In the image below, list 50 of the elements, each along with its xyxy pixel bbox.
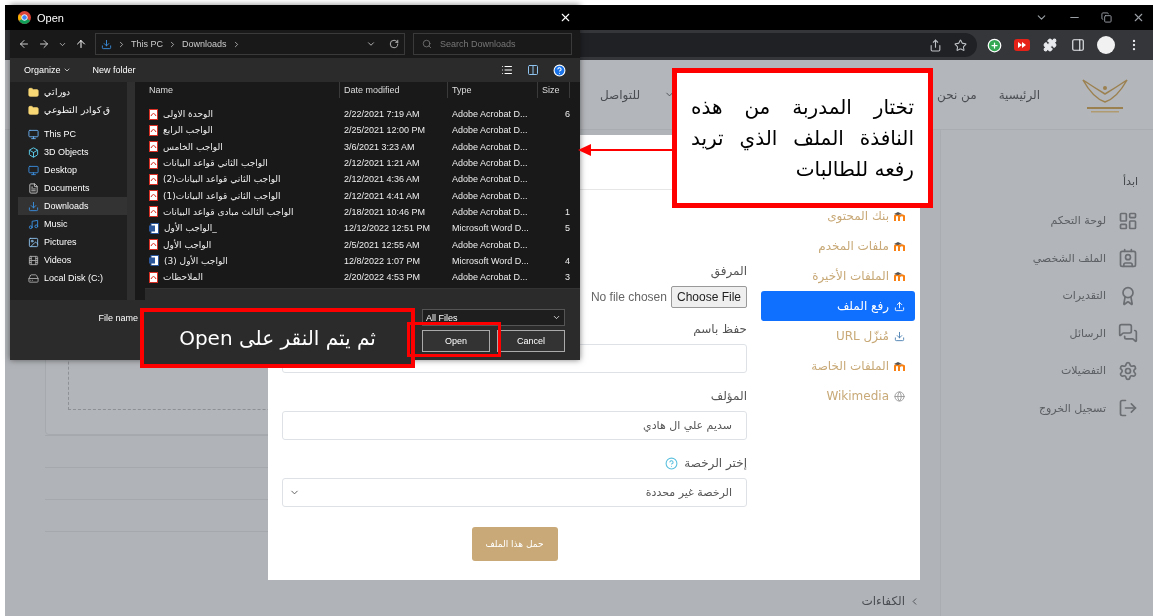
file-name: الواجب الأول (3) <box>164 255 228 266</box>
table-cell-text: 2/22/2021 7:19 AM <box>343 108 421 122</box>
file-name: الواجب الأول <box>163 239 212 250</box>
callout-text: ثم يتم النقر على Open <box>179 326 376 350</box>
table-cell-text: Adobe Acrobat D... <box>451 205 529 219</box>
table-cell-text: 2/20/2022 4:53 PM <box>343 271 422 285</box>
table-cell-text: 4 <box>564 254 570 268</box>
table-cell-text: Adobe Acrobat D... <box>451 173 529 187</box>
file-name: الواجب الثاني قواعد البيانات(1) <box>163 190 281 201</box>
field-label: File name <box>98 312 138 323</box>
table-cell-text: 2/18/2021 10:46 PM <box>343 205 427 219</box>
table-cell-text: Adobe Acrobat D... <box>451 271 529 285</box>
table-cell-text: 5 <box>564 222 570 236</box>
table-cell-text: 12/8/2022 1:07 PM <box>343 254 422 268</box>
table-cell-text: Adobe Acrobat D... <box>451 157 529 171</box>
table-cell-text: 2/25/2021 12:00 PM <box>343 124 427 138</box>
table-cell-text: Microsoft Word D... <box>451 222 530 236</box>
table-cell-text: 3/6/2021 3:23 AM <box>343 140 416 154</box>
file-name: الواجب الأول_ <box>164 223 217 234</box>
table-cell-text: 2/12/2021 4:41 AM <box>343 189 421 203</box>
table-cell-text: 6 <box>564 108 570 122</box>
field-label: إختر الرخصة <box>684 456 747 470</box>
field-label: حفظ باسم <box>693 321 747 338</box>
table-cell-text: 2/12/2021 1:21 AM <box>343 157 421 171</box>
table-cell-text: 2/12/2021 4:36 AM <box>343 173 421 187</box>
select-value: الرخصة غير محددة <box>645 486 732 499</box>
table-cell-text: Adobe Acrobat D... <box>451 140 529 154</box>
sidebar-heading: ابدأ <box>1122 175 1138 188</box>
table-cell-text: Adobe Acrobat D... <box>451 189 529 203</box>
file-name: الواجب الثالث مبادى قواعد البيانات <box>163 206 294 217</box>
file-name: الواجب الرابع <box>163 125 213 136</box>
dialog-title: Open <box>37 11 64 24</box>
file-name: الوحدة الاولى <box>163 109 213 120</box>
table-cell-text: 12/12/2022 12:51 PM <box>343 222 432 236</box>
field-label: المؤلف <box>710 388 747 405</box>
file-name: الملاحظات <box>163 272 203 283</box>
file-name: الواجب الثاني قواعد البيانات(2) <box>163 174 281 185</box>
table-cell-text: Adobe Acrobat D... <box>451 108 529 122</box>
file-name: الواجب الثاني قواعد البيانات <box>163 158 268 169</box>
table-cell-text: Adobe Acrobat D... <box>451 238 529 252</box>
field-label: المرفق <box>710 263 747 280</box>
table-cell-text: Adobe Acrobat D... <box>451 124 529 138</box>
table-cell-text: Microsoft Word D... <box>451 254 530 268</box>
file-name: الواجب الخامس <box>163 141 223 152</box>
table-cell-text: 2/5/2021 12:55 AM <box>343 238 421 252</box>
callout-text: تختار المدربة من هذه النافذة الملف الذي تريد رفعه للطالبات <box>691 93 914 183</box>
table-cell-text: 1 <box>564 205 570 219</box>
section-title: الكفاءات <box>861 594 905 608</box>
file-status: No file chosen <box>590 290 667 304</box>
table-cell-text: 3 <box>564 271 570 285</box>
